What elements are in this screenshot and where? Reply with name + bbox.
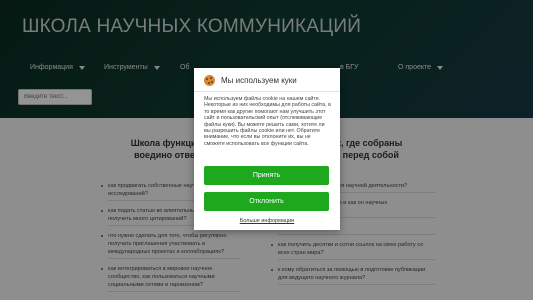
more-info-link[interactable]: Больше информации [194,218,340,224]
cookie-icon [204,75,215,86]
dialog-body-text: Мы используем файлы cookie на нашем сайт… [204,96,331,147]
decline-button[interactable]: Отклонить [204,192,329,211]
dialog-header: Мы используем куки [204,75,297,86]
accept-button[interactable]: Принять [204,166,329,185]
cookie-consent-dialog: Мы используем куки Мы используем файлы c… [194,68,340,230]
divider [194,91,340,92]
dialog-title: Мы используем куки [221,76,297,85]
